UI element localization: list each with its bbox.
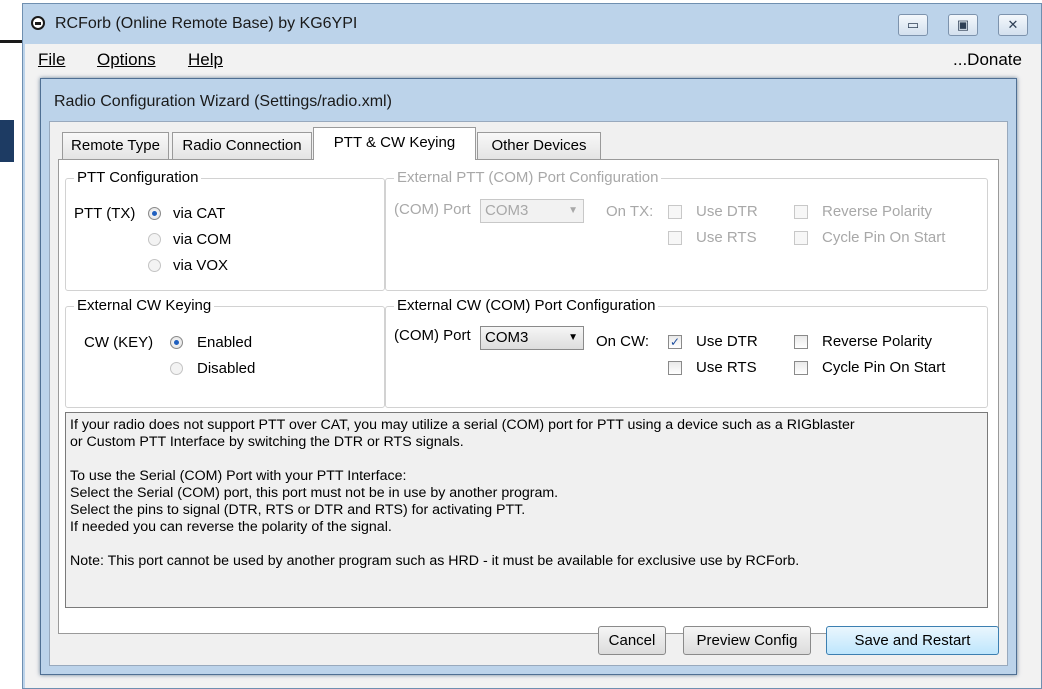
ext-ptt-com-value: COM3 bbox=[485, 202, 529, 219]
tab-other-devices[interactable]: Other Devices bbox=[477, 132, 601, 159]
tab-radio-connection[interactable]: Radio Connection bbox=[172, 132, 312, 159]
tab-ptt-cw-keying[interactable]: PTT & CW Keying bbox=[313, 127, 476, 160]
close-icon: ✕ bbox=[1007, 17, 1019, 32]
title-bar: RCForb (Online Remote Base) by KG6YPI ▭ … bbox=[23, 4, 1041, 44]
ptt-via-cat-radio[interactable] bbox=[148, 207, 161, 220]
cw-disabled-radio[interactable] bbox=[170, 362, 183, 375]
ext-cw-port-title: External CW (COM) Port Configuration bbox=[394, 297, 659, 314]
ext-cw-use-dtr-label: Use DTR bbox=[696, 333, 758, 350]
ext-cw-reverse-label: Reverse Polarity bbox=[822, 333, 933, 350]
ext-cw-use-rts-checkbox[interactable] bbox=[668, 361, 682, 375]
dialog-client: Remote Type Radio Connection PTT & CW Ke… bbox=[49, 121, 1008, 666]
ext-cw-group: External CW Keying CW (KEY) Enabled Disa… bbox=[65, 297, 385, 408]
ext-ptt-on-tx-label: On TX: bbox=[606, 203, 654, 220]
ext-cw-com-select[interactable]: COM3 ▼ bbox=[480, 326, 584, 350]
ext-cw-use-rts-label: Use RTS bbox=[696, 359, 757, 376]
ext-ptt-reverse-label: Reverse Polarity bbox=[822, 203, 933, 220]
cancel-button[interactable]: Cancel bbox=[598, 626, 666, 655]
ext-cw-cycle-checkbox[interactable] bbox=[794, 361, 808, 375]
ext-ptt-title: External PTT (COM) Port Configuration bbox=[394, 169, 662, 186]
ext-ptt-cycle-label: Cycle Pin On Start bbox=[822, 229, 946, 246]
radio-config-dialog: Radio Configuration Wizard (Settings/rad… bbox=[40, 78, 1017, 675]
ext-ptt-use-dtr-checkbox[interactable] bbox=[668, 205, 682, 219]
app-icon bbox=[31, 16, 45, 30]
ext-cw-reverse-checkbox[interactable] bbox=[794, 335, 808, 349]
ptt-via-com-radio[interactable] bbox=[148, 233, 161, 246]
maximize-icon: ▣ bbox=[956, 17, 970, 32]
menu-file[interactable]: File bbox=[38, 50, 65, 70]
ext-ptt-use-dtr-label: Use DTR bbox=[696, 203, 758, 220]
close-button[interactable]: ✕ bbox=[998, 14, 1028, 36]
preview-config-button[interactable]: Preview Config bbox=[683, 626, 811, 655]
ext-cw-use-dtr-checkbox[interactable]: ✓ bbox=[668, 335, 682, 349]
ext-ptt-use-rts-label: Use RTS bbox=[696, 229, 757, 246]
minimize-icon: ▭ bbox=[906, 17, 920, 32]
help-text-box: If your radio does not support PTT over … bbox=[65, 412, 988, 608]
tab-remote-type[interactable]: Remote Type bbox=[62, 132, 169, 159]
ext-ptt-com-select[interactable]: COM3 ▼ bbox=[480, 199, 584, 223]
cw-disabled-label[interactable]: Disabled bbox=[197, 360, 255, 377]
cw-enabled-label[interactable]: Enabled bbox=[197, 334, 252, 351]
ext-ptt-cycle-checkbox[interactable] bbox=[794, 231, 808, 245]
ptt-via-vox-label[interactable]: via VOX bbox=[173, 257, 228, 274]
ext-ptt-reverse-checkbox[interactable] bbox=[794, 205, 808, 219]
chevron-down-icon: ▼ bbox=[568, 205, 578, 216]
ext-ptt-com-label: (COM) Port bbox=[394, 201, 471, 218]
menu-donate[interactable]: ...Donate bbox=[953, 50, 1022, 70]
ptt-via-com-label[interactable]: via COM bbox=[173, 231, 231, 248]
ext-cw-com-label: (COM) Port bbox=[394, 327, 471, 344]
ext-cw-on-cw-label: On CW: bbox=[596, 333, 650, 350]
ext-ptt-group: External PTT (COM) Port Configuration (C… bbox=[385, 169, 988, 291]
menu-options[interactable]: Options bbox=[97, 50, 156, 70]
menu-help[interactable]: Help bbox=[188, 50, 223, 70]
tab-page-ptt-cw: PTT Configuration PTT (TX) via CAT via C… bbox=[58, 159, 999, 634]
ext-cw-cycle-label: Cycle Pin On Start bbox=[822, 359, 946, 376]
ptt-via-cat-label[interactable]: via CAT bbox=[173, 205, 225, 222]
ptt-via-vox-radio[interactable] bbox=[148, 259, 161, 272]
menu-bar bbox=[25, 44, 1041, 76]
ptt-config-title: PTT Configuration bbox=[74, 169, 202, 186]
cw-key-label: CW (KEY) bbox=[84, 334, 154, 351]
dialog-title: Radio Configuration Wizard (Settings/rad… bbox=[54, 93, 392, 110]
minimize-button[interactable]: ▭ bbox=[898, 14, 928, 36]
ext-cw-com-value: COM3 bbox=[485, 329, 529, 346]
ext-ptt-use-rts-checkbox[interactable] bbox=[668, 231, 682, 245]
background-blue-block bbox=[0, 120, 14, 162]
save-and-restart-button[interactable]: Save and Restart bbox=[826, 626, 999, 655]
chevron-down-icon: ▼ bbox=[568, 332, 578, 343]
ptt-config-group: PTT Configuration PTT (TX) via CAT via C… bbox=[65, 169, 385, 291]
window-title: RCForb (Online Remote Base) by KG6YPI bbox=[55, 15, 358, 32]
ext-cw-title: External CW Keying bbox=[74, 297, 215, 314]
checkmark-icon: ✓ bbox=[669, 335, 681, 349]
cw-enabled-radio[interactable] bbox=[170, 336, 183, 349]
maximize-button[interactable]: ▣ bbox=[948, 14, 978, 36]
ext-cw-port-group: External CW (COM) Port Configuration (CO… bbox=[385, 297, 988, 408]
ptt-label: PTT (TX) bbox=[74, 205, 136, 222]
